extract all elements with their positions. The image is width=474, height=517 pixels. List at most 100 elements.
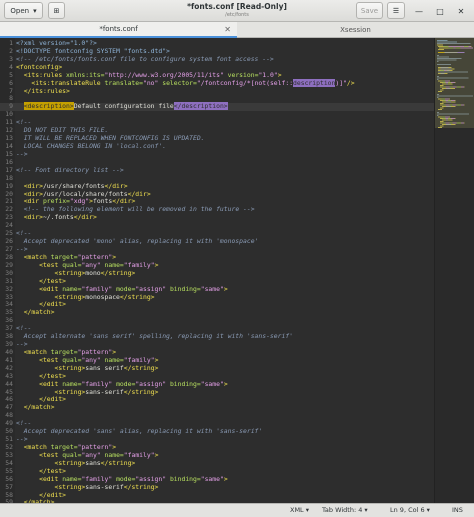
code-token: "any": [81, 450, 101, 459]
code-token: </string>: [100, 268, 136, 277]
code-token: <string>: [54, 458, 86, 467]
code-token: name=: [100, 450, 124, 459]
code-token: "/fontconfig/*[not(self::: [196, 78, 294, 87]
code-token: <?xml version="1.0"?>: [16, 39, 97, 47]
code-token: prefix=: [42, 197, 70, 206]
code-token: mode=: [112, 379, 136, 388]
code-line[interactable]: 34 </edit>: [0, 300, 434, 309]
code-line[interactable]: 15 -->: [0, 149, 434, 159]
code-line[interactable]: 9 <description>Default configuration fil…: [0, 102, 434, 112]
cursor-position[interactable]: Ln 9, Col 6 ▾: [390, 506, 430, 514]
code-editor[interactable]: 1 <?xml version="1.0"?> 2 <!DOCTYPE fontcon…: [0, 38, 434, 503]
code-line[interactable]: 26 Accept deprecated 'mono' alias, repla…: [0, 237, 434, 246]
tab-close-icon[interactable]: ✕: [224, 25, 231, 34]
code-line[interactable]: 58 </edit>: [0, 490, 434, 500]
code-token: <test: [39, 355, 63, 364]
code-line[interactable]: 50 Accept deprecated 'sans' alias, repla…: [0, 427, 434, 436]
maximize-icon[interactable]: □: [434, 5, 446, 17]
code-line[interactable]: 24: [0, 221, 434, 230]
code-token: name=: [62, 284, 82, 293]
new-tab-button[interactable]: ⊞: [48, 2, 65, 19]
code-token: </edit>: [39, 490, 67, 499]
code-token: >: [154, 450, 159, 459]
code-line[interactable]: 38 Accept alternate 'sans serif' spellin…: [0, 332, 434, 341]
code-token: Default configuration file: [73, 102, 174, 111]
code-token: <!-- Font directory list -->: [16, 165, 124, 174]
code-token: name=: [100, 355, 124, 364]
code-token: </string>: [119, 292, 155, 301]
tab-fonts-conf[interactable]: *fonts.conf ✕: [0, 22, 237, 38]
code-token: </edit>: [39, 395, 67, 404]
code-token: <!DOCTYPE fontconfig SYSTEM "fonts.dtd">: [16, 46, 170, 55]
menu-button[interactable]: ☰: [387, 2, 405, 19]
code-token: "assign": [135, 474, 167, 483]
code-token: <string>: [54, 268, 86, 277]
insert-mode-indicator: INS: [452, 506, 463, 514]
code-token: target=: [50, 443, 78, 452]
code-line[interactable]: 23 <dir>~/.fonts</dir>: [0, 213, 434, 222]
code-token: "any": [81, 260, 101, 269]
code-token: </test>: [39, 371, 67, 380]
code-token: binding=: [166, 284, 201, 293]
code-content[interactable]: 1 <?xml version="1.0"?> 2 <!DOCTYPE fontcon…: [0, 39, 434, 503]
close-icon[interactable]: ✕: [455, 5, 467, 17]
code-token: -->: [16, 149, 28, 158]
code-token: </string>: [100, 458, 136, 467]
header-bar: Open ▾ ⊞ *fonts.conf [Read-Only] /etc/fo…: [0, 0, 474, 22]
code-token: /usr/local/share/fonts: [42, 189, 128, 198]
code-token: </dir>: [73, 213, 97, 222]
save-label: Save: [360, 6, 379, 15]
minimize-icon[interactable]: —: [413, 5, 425, 17]
code-token: "family": [81, 379, 113, 388]
code-token: xmlns:its=: [66, 70, 105, 79]
save-button[interactable]: Save: [356, 2, 383, 19]
code-token: version=: [223, 70, 259, 79]
code-token: "family": [123, 260, 155, 269]
code-token: name=: [62, 379, 82, 388]
open-button[interactable]: Open ▾: [4, 2, 43, 19]
language-selector[interactable]: XML ▾: [290, 506, 309, 514]
code-token: >: [154, 260, 159, 269]
code-token: name=: [100, 260, 124, 269]
code-token: >: [112, 347, 117, 356]
code-line[interactable]: 36: [0, 316, 434, 325]
code-line[interactable]: 47 </match>: [0, 403, 434, 412]
minimap[interactable]: [434, 38, 474, 503]
code-line[interactable]: 10: [0, 110, 434, 119]
tab-width-selector[interactable]: Tab Width: 4 ▾: [322, 506, 368, 514]
code-token: -->: [16, 340, 28, 349]
code-token: fonts: [93, 197, 113, 206]
document-path: /etc/fonts: [225, 12, 249, 18]
code-token: name=: [62, 474, 82, 483]
code-line[interactable]: 35 </match>: [0, 308, 434, 317]
code-token: mono: [85, 268, 101, 277]
code-line[interactable]: 3 <!-- /etc/fonts/fonts.conf file to conf…: [0, 55, 434, 64]
cursor-position-label: Ln 9, Col 6: [390, 506, 425, 514]
code-line[interactable]: 7 </its:rules>: [0, 87, 434, 96]
code-line[interactable]: 48: [0, 411, 434, 420]
code-line[interactable]: 46 </edit>: [0, 396, 434, 404]
minimap-viewport[interactable]: [435, 38, 474, 128]
code-line[interactable]: 14 LOCAL CHANGES BELONG IN 'local.conf'.: [0, 142, 434, 151]
code-line[interactable]: 17 <!-- Font directory list -->: [0, 165, 434, 175]
tab-xsession[interactable]: Xsession: [237, 22, 474, 38]
code-token: >: [154, 355, 159, 364]
